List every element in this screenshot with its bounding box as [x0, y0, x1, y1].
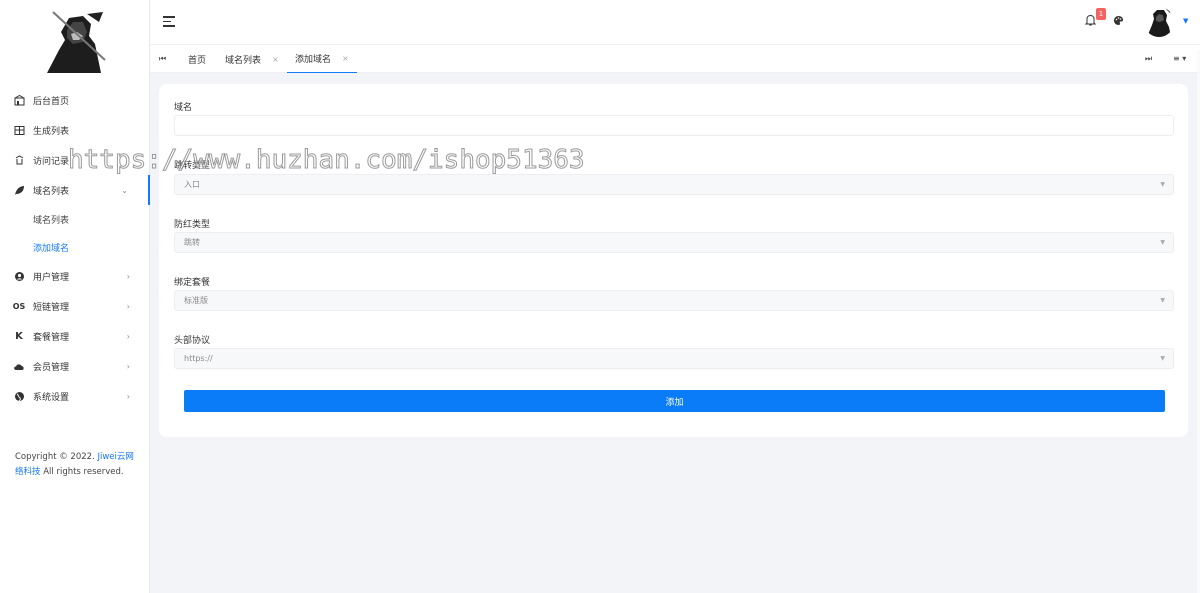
tab-options-icon[interactable]: ≡ ▾ [1173, 54, 1186, 63]
tab-label: 首页 [188, 55, 207, 66]
link-icon: OS [12, 301, 26, 311]
sidebar-item-label: 用户管理 [33, 272, 70, 283]
sidebar-item-dashboard[interactable]: 后台首页 [0, 85, 150, 115]
user-icon [13, 270, 25, 282]
copyright-prefix: Copyright © 2022. [15, 452, 98, 462]
chevron-right-icon: › [126, 301, 130, 311]
anti-block-type-select[interactable]: 跳转 ▼ [174, 232, 1174, 253]
sidebar-item-package-management[interactable]: K 套餐管理 › [0, 321, 150, 351]
sidebar-item-label: 会员管理 [33, 362, 70, 373]
redirect-type-select[interactable]: 入口 ▼ [174, 174, 1174, 195]
tab-add-domain[interactable]: 添加域名 × [287, 45, 357, 73]
select-value: https:// [184, 354, 213, 363]
protocol-select[interactable]: https:// ▼ [174, 348, 1174, 369]
sidebar-item-user-management[interactable]: 用户管理 › [0, 261, 150, 291]
sidebar-item-system-settings[interactable]: 系统设置 › [0, 381, 150, 411]
submenu-item-domain-list[interactable]: 域名列表 [0, 205, 150, 233]
palette-icon[interactable] [1113, 15, 1124, 29]
domain-label: 域名 [174, 103, 193, 113]
sidebar-item-label: 访问记录 [33, 156, 70, 167]
copyright-suffix: All rights reserved. [40, 467, 124, 477]
add-domain-form: 域名 跳转类型 入口 ▼ 防红类型 跳转 ▼ 绑定套餐 标准版 ▼ 头部协议 h… [159, 84, 1188, 437]
chevron-right-icon: › [126, 391, 130, 401]
sidebar-item-label: 域名列表 [33, 186, 70, 197]
notification-badge: 1 [1096, 8, 1106, 20]
cloud-icon [13, 360, 25, 372]
domain-input[interactable] [174, 115, 1174, 136]
select-value: 跳转 [184, 238, 200, 247]
sidebar-item-label: 套餐管理 [33, 332, 70, 343]
tab-home[interactable]: 首页 [180, 45, 214, 73]
close-icon[interactable]: × [272, 55, 279, 64]
tabs-bar: ⏮ 首页 域名列表 × 添加域名 × ⏭ ≡ ▾ [150, 45, 1200, 73]
select-value: 入口 [184, 180, 200, 189]
redirect-type-label: 跳转类型 [174, 161, 211, 171]
sidebar-item-label: 后台首页 [33, 96, 70, 107]
sidebar-item-generated-list[interactable]: 生成列表 [0, 115, 150, 145]
caret-down-icon: ▼ [1160, 355, 1165, 362]
avatar[interactable] [1144, 7, 1174, 37]
close-icon[interactable]: × [342, 54, 349, 63]
tab-domain-list[interactable]: 域名列表 × [217, 45, 287, 73]
sidebar-item-label: 生成列表 [33, 126, 70, 137]
scroll-left-icon[interactable]: ⏮ [159, 54, 166, 64]
tab-label: 域名列表 [225, 55, 262, 66]
package-icon: K [15, 330, 23, 342]
sidebar-menu: 后台首页 生成列表 访问记录 域名列表 ⌄ 域名列表 添加域名 用户管理 › O… [0, 85, 150, 411]
anti-block-type-label: 防红类型 [174, 220, 211, 230]
chevron-right-icon: › [126, 271, 130, 281]
protocol-label: 头部协议 [174, 336, 211, 346]
sidebar-item-domain-list[interactable]: 域名列表 ⌄ [0, 175, 150, 205]
select-value: 标准版 [184, 296, 208, 305]
sidebar-item-access-log[interactable]: 访问记录 [0, 145, 150, 175]
chevron-down-icon: ⌄ [121, 185, 128, 195]
table-icon [13, 124, 25, 136]
topbar: 1 ▼ [150, 0, 1200, 45]
sidebar-item-member-management[interactable]: 会员管理 › [0, 351, 150, 381]
sidebar: 后台首页 生成列表 访问记录 域名列表 ⌄ 域名列表 添加域名 用户管理 › O… [0, 0, 150, 593]
globe-icon [13, 390, 25, 402]
leaf-icon [13, 184, 25, 196]
chevron-right-icon: › [126, 361, 130, 371]
sidebar-item-label: 系统设置 [33, 392, 70, 403]
chevron-right-icon: › [126, 331, 130, 341]
menu-toggle-icon[interactable] [163, 16, 175, 27]
scroll-right-icon[interactable]: ⏭ [1145, 54, 1152, 64]
sidebar-item-label: 短链管理 [33, 302, 70, 313]
bind-package-select[interactable]: 标准版 ▼ [174, 290, 1174, 311]
tab-label: 添加域名 [295, 55, 332, 65]
caret-down-icon: ▼ [1160, 181, 1165, 188]
sidebar-item-shortlink-management[interactable]: OS 短链管理 › [0, 291, 150, 321]
caret-down-icon: ▼ [1160, 297, 1165, 304]
log-icon [13, 154, 25, 166]
caret-down-icon[interactable]: ▼ [1183, 17, 1188, 25]
home-icon [13, 94, 25, 106]
add-button[interactable]: 添加 [184, 390, 1165, 412]
bind-package-label: 绑定套餐 [174, 278, 211, 288]
caret-down-icon: ▼ [1160, 239, 1165, 246]
logo [43, 10, 106, 73]
submenu-item-add-domain[interactable]: 添加域名 [0, 233, 150, 261]
copyright: Copyright © 2022. Jiwei云网络科技 All rights … [15, 450, 140, 480]
bell-icon[interactable] [1084, 14, 1097, 29]
